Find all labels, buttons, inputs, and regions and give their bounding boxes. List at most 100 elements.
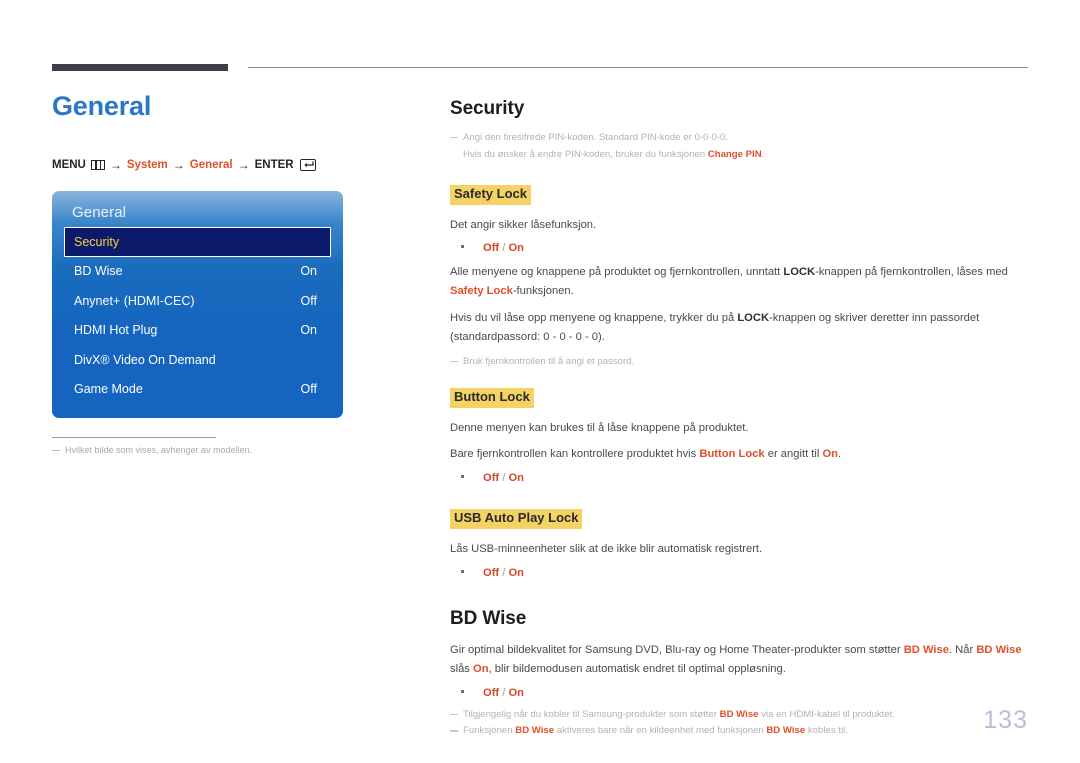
osd-row-hdmi-hot-plug[interactable]: HDMI Hot Plug On	[64, 316, 331, 346]
bw-p1-c: . Når	[948, 643, 977, 656]
sl-p2-c: -knappen på fjernkontrollen, låses med	[815, 266, 1008, 279]
security-note-2-post: .	[761, 148, 765, 160]
option-on[interactable]: On	[508, 687, 524, 699]
panel-footnote: Hvilket bilde som vises, avhenger av mod…	[52, 445, 252, 455]
sl-p2-e: -funksjonen.	[512, 285, 574, 298]
osd-row-label: HDMI Hot Plug	[74, 323, 158, 338]
security-note-1: Angi den firesifrede PIN-koden. Standard…	[450, 131, 1030, 146]
menu-path-arrow-1: →	[109, 157, 122, 172]
bw-n1-c: via en HDMI-kabel til produktet.	[758, 708, 896, 720]
bullet-icon	[461, 569, 464, 573]
bw-n1-bd-wise: BD Wise	[719, 708, 759, 720]
osd-menu-panel: General Security BD Wise On Anynet+ (HDM…	[52, 190, 343, 418]
right-column: Security Angi den firesifrede PIN-koden.…	[450, 98, 1030, 741]
sl-p2-safety-lock: Safety Lock	[450, 285, 513, 298]
menu-path-arrow-2: →	[172, 157, 185, 172]
osd-row-label: BD Wise	[74, 264, 123, 279]
bd-wise-note-1: Tilgjengelig når du kobler til Samsung-p…	[450, 708, 1030, 723]
button-lock-option-values: Off / On	[483, 472, 524, 484]
security-note-1-text: Angi den firesifrede PIN-koden. Standard…	[463, 132, 729, 143]
safety-lock-options: Off / On	[450, 242, 1030, 254]
bw-n1-a: Tilgjengelig når du kobler til Samsung-p…	[463, 708, 720, 720]
safety-lock-note: Bruk fjernkontrollen til å angi et passo…	[450, 355, 1030, 370]
osd-row-game-mode[interactable]: Game Mode Off	[64, 375, 331, 405]
panel-footnote-rule	[52, 436, 216, 438]
bw-p1-e: slås	[450, 662, 474, 675]
menu-path-breadcrumb: MENU → System → General → ENTER	[52, 158, 422, 172]
osd-row-label: Security	[74, 234, 120, 249]
bw-p1-bd-wise-1: BD Wise	[903, 643, 949, 656]
safety-lock-option-values: Off / On	[483, 242, 524, 254]
safety-lock-paragraph-1: Det angir sikker låsefunksjon.	[450, 218, 597, 231]
bw-n2-bd-wise-2: BD Wise	[766, 725, 806, 737]
panel-footnote-text: Hvilket bilde som vises, avhenger av mod…	[65, 444, 253, 455]
option-on[interactable]: On	[508, 472, 524, 484]
panel-footnote-block: Hvilket bilde som vises, avhenger av mod…	[52, 436, 252, 455]
option-off[interactable]: Off	[483, 472, 499, 484]
sl-p3-a: Hvis du vil låse opp menyene og knappene…	[450, 312, 738, 325]
bl-p2-a: Bare fjernkontrollen kan kontrollere pro…	[450, 448, 700, 461]
usb-auto-play-lock-paragraph-1: Lås USB-minneenheter slik at de ikke bli…	[450, 543, 763, 556]
menu-grid-icon	[90, 159, 105, 170]
option-off[interactable]: Off	[483, 242, 499, 254]
option-off[interactable]: Off	[483, 687, 499, 699]
header-rule-thin	[248, 67, 1028, 68]
menu-path-menu-label: MENU	[52, 158, 86, 171]
osd-row-security[interactable]: Security	[64, 226, 331, 257]
note-dash-icon	[450, 360, 458, 363]
bl-p2-button-lock: Button Lock	[699, 448, 765, 461]
bw-p1-on: On	[473, 662, 489, 675]
security-note-2-pre: Hvis du ønsker å endre PIN-koden, bruker…	[463, 148, 708, 160]
page-number: 133	[983, 706, 1028, 734]
bd-wise-note-2-text: Funksjonen BD Wise aktiveres bare når en…	[463, 724, 1030, 739]
bw-n2-c: aktiveres bare når en kildeenhet med fun…	[554, 725, 767, 737]
section-title-security: Security	[450, 98, 525, 119]
osd-row-label: Game Mode	[74, 382, 143, 397]
bd-wise-note-2: Funksjonen BD Wise aktiveres bare når en…	[450, 724, 1030, 739]
osd-row-label: Anynet+ (HDMI-CEC)	[74, 293, 195, 308]
safety-lock-paragraph-3: Hvis du vil låse opp menyene og knappene…	[450, 309, 1030, 347]
usb-auto-play-lock-options: Off / On	[450, 567, 1030, 579]
bw-n2-e: kobles til.	[805, 725, 848, 737]
option-on[interactable]: On	[508, 242, 524, 254]
safety-lock-note-text: Bruk fjernkontrollen til å angi et passo…	[463, 355, 635, 367]
bw-p1-bd-wise-2: BD Wise	[976, 643, 1022, 656]
section-title-bd-wise: BD Wise	[450, 607, 527, 629]
enter-key-icon	[299, 158, 316, 171]
osd-row-value: On	[300, 323, 317, 338]
subheading-button-lock: Button Lock	[450, 387, 534, 408]
bl-p2-on: On	[822, 448, 839, 461]
bl-p2-e: .	[838, 448, 842, 461]
bl-p2-c: er angitt til	[764, 448, 823, 461]
page-header-rules	[0, 64, 1080, 74]
option-on[interactable]: On	[508, 567, 524, 579]
bd-wise-options: Off / On	[450, 687, 1030, 699]
osd-row-bd-wise[interactable]: BD Wise On	[64, 257, 331, 287]
osd-row-value: Off	[300, 293, 317, 308]
button-lock-options: Off / On	[450, 472, 1030, 484]
button-lock-paragraph-1: Denne menyen kan brukes til å låse knapp…	[450, 421, 749, 434]
osd-row-divx-vod[interactable]: DivX® Video On Demand	[64, 345, 331, 375]
button-lock-paragraph-2: Bare fjernkontrollen kan kontrollere pro…	[450, 445, 1030, 464]
sl-p2-a: Alle menyene og knappene på produktet og…	[450, 266, 784, 279]
security-note-2-accent: Change PIN	[707, 148, 762, 160]
note-dash-icon	[450, 137, 458, 139]
osd-panel-title: General	[72, 203, 127, 221]
osd-row-value: On	[300, 264, 317, 279]
bullet-icon	[461, 475, 464, 479]
osd-row-anynet[interactable]: Anynet+ (HDMI-CEC) Off	[64, 286, 331, 316]
note-dash-icon	[450, 713, 458, 715]
safety-lock-paragraph-2: Alle menyene og knappene på produktet og…	[450, 263, 1030, 301]
bw-n2-a: Funksjonen	[463, 725, 516, 737]
security-note-2: Hvis du ønsker å endre PIN-koden, bruker…	[450, 148, 1030, 163]
option-off[interactable]: Off	[483, 567, 499, 579]
bw-p1-g: , blir bildemodusen automatisk endret ti…	[488, 662, 786, 675]
bw-p1-a: Gir optimal bildekvalitet for Samsung DV…	[450, 643, 904, 656]
subheading-usb-auto-play-lock: USB Auto Play Lock	[450, 509, 583, 530]
subheading-safety-lock: Safety Lock	[450, 184, 531, 205]
page-title: General	[52, 91, 152, 121]
osd-row-value: Off	[300, 382, 317, 397]
menu-path-arrow-3: →	[237, 157, 250, 172]
security-note-2-text: Hvis du ønsker å endre PIN-koden, bruker…	[463, 148, 1030, 163]
bd-wise-paragraph-1: Gir optimal bildekvalitet for Samsung DV…	[450, 641, 1030, 679]
